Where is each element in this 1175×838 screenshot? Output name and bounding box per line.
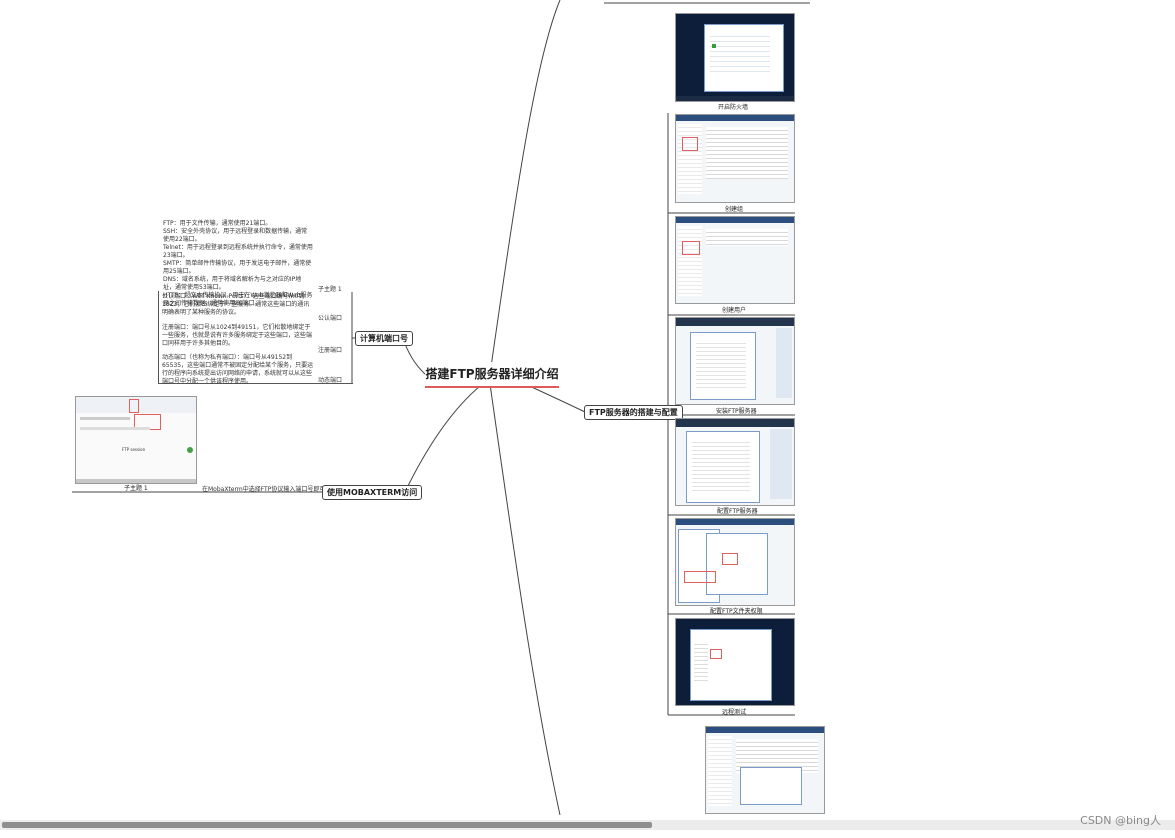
horizontal-scrollbar-thumb[interactable] [2,822,652,828]
remote-test-thumb[interactable] [675,618,795,706]
moba-screenshot-thumb[interactable]: FTP session [75,396,197,484]
ftp-setup-node[interactable]: FTP服务器的搭建与配置 [584,405,683,420]
create-user-thumb[interactable] [675,216,795,304]
csdn-watermark: CSDN @bing人 [1080,814,1161,827]
configure-ftp-caption: 配置FTP服务器 [717,508,758,515]
create-user-caption: 创建用户 [722,307,747,314]
folder-permissions-thumb[interactable] [675,518,795,606]
registered-ports-label[interactable]: 注册端口 [318,345,342,354]
install-ftp-caption: 安装FTP服务器 [716,408,757,415]
moba-thumb-text: FTP session [122,447,146,452]
extra-screenshot-thumb[interactable] [705,726,825,814]
moba-item-label[interactable]: 在MobaXterm中选择FTP协议输入端口号即可 [202,484,325,493]
folder-permissions-caption: 配置FTP文件夹权限 [710,608,763,615]
registered-ports-text: 注册端口：端口号从1024到49151，它们松散地绑定于一些服务，也就是说有许多… [162,324,313,347]
remote-test-caption: 远程测试 [722,709,747,716]
create-group-thumb[interactable] [675,114,795,203]
well-known-ports-label[interactable]: 公认端口 [318,313,342,322]
root-node[interactable]: 搭建FTP服务器详细介绍 [425,362,559,388]
firewall-thumb[interactable] [675,13,795,102]
create-group-caption: 创建组 [725,206,744,213]
firewall-caption: 开启防火墙 [718,104,749,111]
ports-node[interactable]: 计算机端口号 [355,331,413,346]
dynamic-ports-text: 动态端口（也称为私有端口）：端口号从49152到65535，这些端口通常不被固定… [162,354,314,385]
dynamic-ports-label[interactable]: 动态端口 [318,375,342,384]
configure-ftp-thumb[interactable] [675,418,795,506]
moba-node[interactable]: 使用MOBAXTERM访问 [322,485,423,500]
moba-thumb-caption: 子主题 1 [124,485,148,492]
install-ftp-thumb[interactable] [675,317,795,405]
well-known-ports-text: 公认端口（Well Known Ports）：这些端口编号从0到1023，它们紧… [162,293,310,316]
